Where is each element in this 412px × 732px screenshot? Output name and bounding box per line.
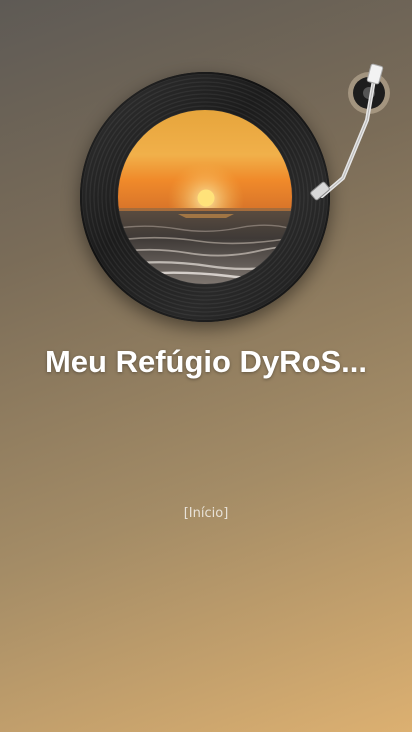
station-title: Meu Refúgio DyRoS... bbox=[44, 344, 368, 379]
home-link[interactable]: [Início] bbox=[0, 505, 412, 523]
tonearm-icon bbox=[310, 63, 390, 201]
turntable bbox=[0, 0, 412, 340]
